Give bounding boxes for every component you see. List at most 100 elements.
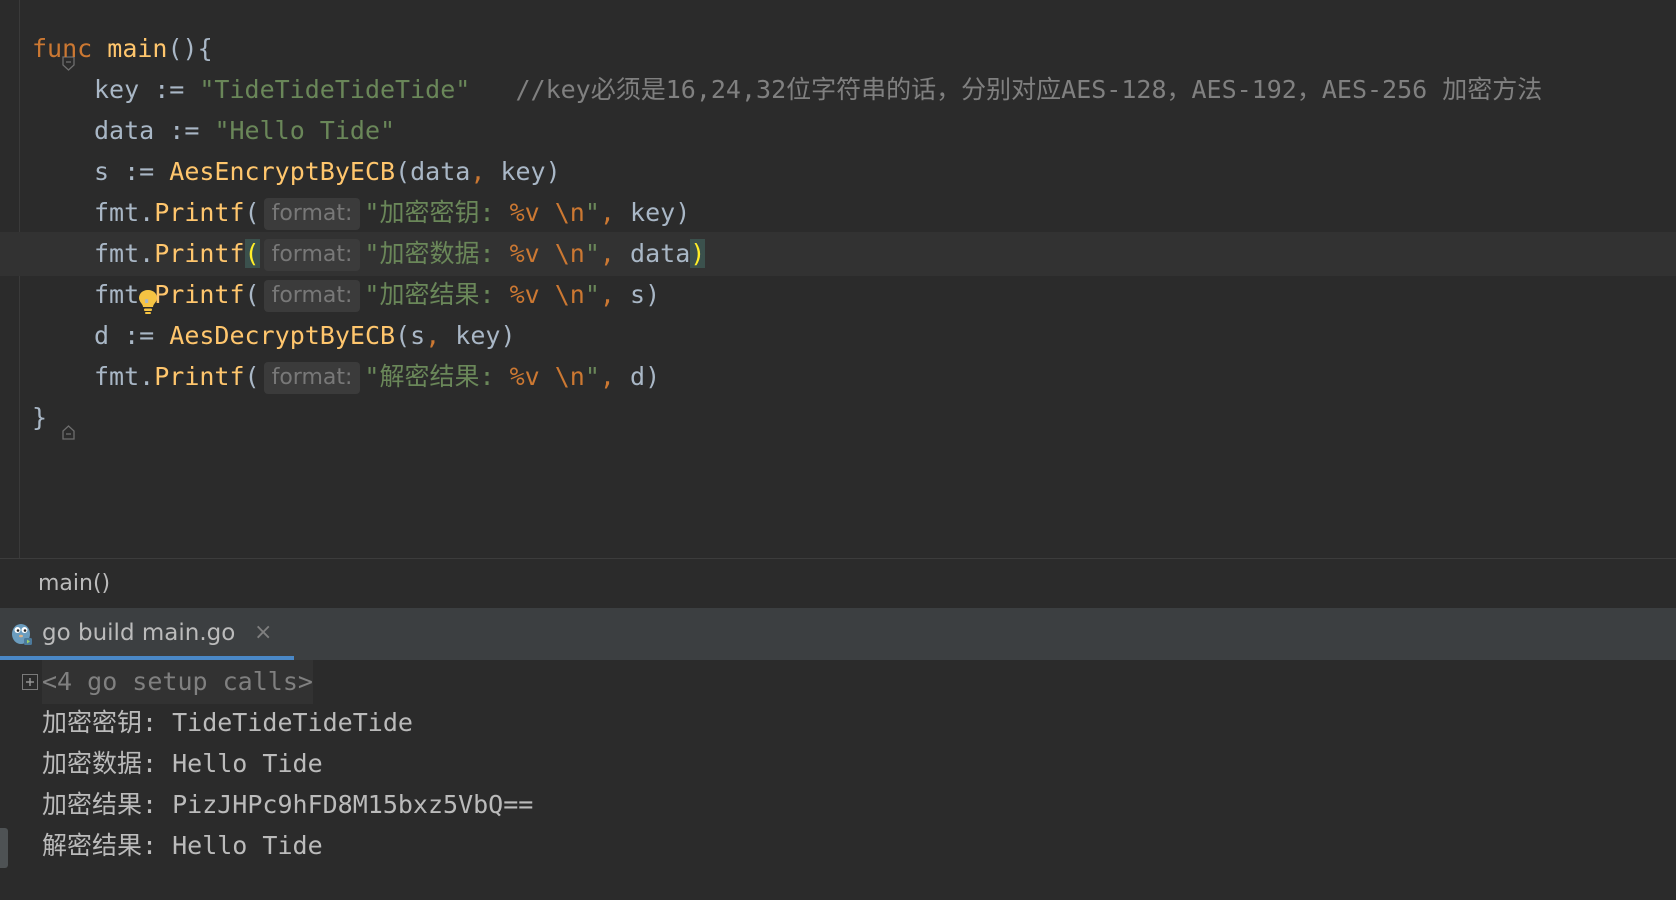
string-literal: "加密结果: bbox=[364, 280, 510, 309]
code-comment: //key必须是16,24,32位字符串的话，分别对应AES-128，AES-1… bbox=[515, 75, 1543, 104]
keyword-func: func bbox=[32, 34, 93, 63]
format-verb: %v bbox=[509, 239, 540, 268]
console-output[interactable]: <4 go setup calls> 加密密钥: TideTideTideTid… bbox=[0, 660, 1676, 900]
assign-op: := bbox=[154, 116, 215, 145]
tab-label: go build main.go bbox=[42, 620, 236, 646]
argument: key bbox=[485, 157, 546, 186]
console-line: 解密结果: Hello Tide bbox=[42, 831, 323, 860]
function-signature: (){ bbox=[167, 34, 213, 63]
function-call-printf: Printf bbox=[154, 198, 245, 227]
paren-close: ) bbox=[500, 321, 516, 350]
tab-go-build[interactable]: go build main.go × bbox=[0, 608, 294, 660]
code-line-9[interactable]: fmt.Printf(format: "解密结果: %v \n", d) bbox=[0, 355, 1676, 399]
collapsed-setup-calls[interactable]: <4 go setup calls> bbox=[42, 660, 313, 704]
console-line: 加密数据: Hello Tide bbox=[42, 749, 323, 778]
package-fmt: fmt. bbox=[94, 280, 155, 309]
lightbulb-icon[interactable] bbox=[47, 241, 158, 314]
assign-op: := bbox=[109, 157, 170, 186]
code-line-10[interactable]: } bbox=[0, 396, 1676, 440]
escape-sequence: \n bbox=[554, 362, 585, 391]
var-d: d bbox=[94, 321, 110, 350]
package-fmt: fmt. bbox=[94, 239, 155, 268]
package-fmt: fmt. bbox=[94, 362, 155, 391]
function-call-decrypt: AesDecryptByECB bbox=[169, 321, 396, 350]
format-verb: %v bbox=[509, 280, 540, 309]
string-quote: " bbox=[584, 362, 600, 391]
breadcrumb-item-main[interactable]: main() bbox=[38, 559, 110, 609]
string-space bbox=[540, 198, 555, 227]
fold-icon[interactable] bbox=[11, 41, 75, 71]
paren-open: ( bbox=[244, 280, 260, 309]
comma: , bbox=[599, 362, 615, 391]
comma: , bbox=[470, 157, 486, 186]
argument: d bbox=[614, 362, 646, 391]
string-space bbox=[540, 239, 555, 268]
paren-close: ) bbox=[645, 280, 661, 309]
code-line-5[interactable]: fmt.Printf(format: "加密密钥: %v \n", key) bbox=[0, 191, 1676, 235]
paren-open: ( bbox=[395, 157, 411, 186]
string-literal: "加密密钥: bbox=[364, 198, 510, 227]
closing-brace: } bbox=[32, 403, 48, 432]
argument: data bbox=[614, 239, 691, 268]
paren-close: ) bbox=[675, 198, 691, 227]
string-space bbox=[540, 280, 555, 309]
argument: s bbox=[614, 280, 646, 309]
format-verb: %v bbox=[509, 198, 540, 227]
argument: key bbox=[614, 198, 676, 227]
code-line-4[interactable]: s := AesEncryptByECB(data, key) bbox=[0, 150, 1676, 194]
var-s: s bbox=[94, 157, 110, 186]
function-call-printf: Printf bbox=[154, 239, 245, 268]
code-editor[interactable]: func main(){ key := "TideTideTideTide" /… bbox=[0, 0, 1676, 558]
var-key: key bbox=[94, 75, 140, 104]
argument: key bbox=[440, 321, 501, 350]
comma: , bbox=[599, 239, 615, 268]
parameter-hint: format: bbox=[263, 362, 361, 394]
console-gutter bbox=[0, 660, 12, 900]
string-literal: "TideTideTideTide" bbox=[199, 75, 471, 104]
close-icon[interactable]: × bbox=[254, 608, 272, 658]
breadcrumb: main() bbox=[0, 558, 1676, 608]
paren-close: ) bbox=[645, 362, 661, 391]
code-line-8[interactable]: d := AesDecryptByECB(s, key) bbox=[0, 314, 1676, 358]
assign-op: := bbox=[109, 321, 170, 350]
escape-sequence: \n bbox=[554, 239, 585, 268]
parameter-hint: format: bbox=[263, 198, 361, 230]
escape-sequence: \n bbox=[554, 280, 585, 309]
string-quote: " bbox=[584, 198, 600, 227]
console-line: 加密结果: PizJHPc9hFD8M15bxz5VbQ== bbox=[42, 790, 534, 819]
console-line: 加密密钥: TideTideTideTide bbox=[42, 708, 413, 737]
function-name-main: main bbox=[107, 34, 168, 63]
paren-open: ( bbox=[395, 321, 411, 350]
function-call-printf: Printf bbox=[154, 362, 245, 391]
expand-plus-icon[interactable] bbox=[22, 674, 38, 690]
function-call-printf: Printf bbox=[154, 280, 245, 309]
console-side-marker bbox=[0, 828, 8, 868]
var-data: data bbox=[94, 116, 155, 145]
code-line-1[interactable]: func main(){ bbox=[0, 27, 1676, 71]
comma: , bbox=[425, 321, 441, 350]
paren-close-matched: ) bbox=[690, 239, 706, 268]
code-line-6-current[interactable]: fmt.Printf(format: "加密数据: %v \n", data) bbox=[0, 232, 1676, 314]
code-line-2[interactable]: key := "TideTideTideTide" //key必须是16,24,… bbox=[0, 68, 1676, 112]
paren-close: ) bbox=[545, 157, 561, 186]
code-line-3[interactable]: data := "Hello Tide" bbox=[0, 109, 1676, 153]
string-literal: "Hello Tide" bbox=[214, 116, 396, 145]
parameter-hint: format: bbox=[263, 280, 361, 312]
comma: , bbox=[599, 198, 615, 227]
comma: , bbox=[599, 280, 615, 309]
escape-sequence: \n bbox=[554, 198, 585, 227]
format-verb: %v bbox=[509, 362, 540, 391]
paren-open: ( bbox=[244, 198, 260, 227]
string-space bbox=[540, 362, 555, 391]
parameter-hint: format: bbox=[263, 239, 361, 271]
paren-open-matched: ( bbox=[244, 239, 260, 268]
function-call-encrypt: AesEncryptByECB bbox=[169, 157, 396, 186]
gopher-icon bbox=[8, 620, 34, 646]
fold-icon[interactable] bbox=[11, 410, 75, 440]
string-quote: " bbox=[584, 280, 600, 309]
code-line-7[interactable]: fmt.Printf(format: "加密结果: %v \n", s) bbox=[0, 273, 1676, 317]
string-quote: " bbox=[584, 239, 600, 268]
assign-op: := bbox=[139, 75, 200, 104]
string-literal: "解密结果: bbox=[364, 362, 510, 391]
package-fmt: fmt. bbox=[94, 198, 155, 227]
